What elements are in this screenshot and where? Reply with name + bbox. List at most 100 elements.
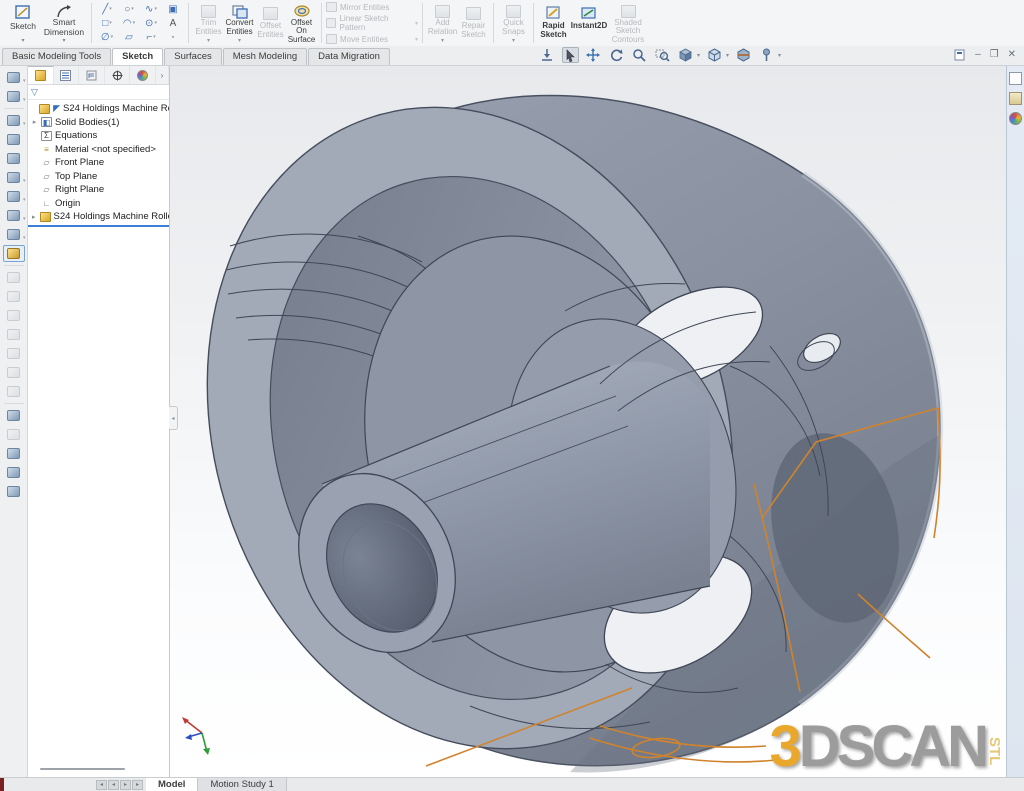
tree-item-imported-part[interactable]: ▸ S24 Holdings Machine Roller Asse: [28, 210, 169, 224]
export-doc-icon[interactable]: [3, 483, 25, 500]
view-settings-icon[interactable]: [758, 47, 775, 63]
smart-dimension-button[interactable]: Smart Dimension ▾: [41, 1, 87, 45]
offset-entities-button[interactable]: Offset Entities: [255, 1, 286, 45]
view-orientation-caret[interactable]: ▾: [697, 52, 700, 59]
property-manager-tab[interactable]: [54, 66, 80, 84]
tab-data-migration[interactable]: Data Migration: [308, 48, 390, 65]
rapid-sketch-button[interactable]: Rapid Sketch: [538, 1, 569, 45]
line-tool-icon[interactable]: ╱▾: [96, 2, 118, 16]
tree-hscroll-thumb[interactable]: [40, 768, 125, 770]
pan-icon[interactable]: [585, 47, 602, 63]
tree-item-right-plane[interactable]: ▱ Right Plane: [28, 183, 169, 197]
tree-item-solid-bodies[interactable]: ▸ ◧ Solid Bodies(1): [28, 116, 169, 130]
tab-mesh-modeling[interactable]: Mesh Modeling: [223, 48, 307, 65]
tree-item-top-plane[interactable]: ▱ Top Plane: [28, 170, 169, 184]
pattern-icon[interactable]: ▾: [3, 188, 25, 205]
rectangle-tool-icon[interactable]: □▾: [96, 16, 118, 30]
mesh-tool-2-icon[interactable]: [3, 426, 25, 443]
features-manager-tab[interactable]: [28, 66, 54, 84]
tab-scroll-last-button[interactable]: ▸: [132, 780, 143, 790]
offset-on-surface-button[interactable]: Offset On Surface: [286, 1, 317, 45]
display-settings-icon[interactable]: [3, 445, 25, 462]
freeform-curve-icon[interactable]: ▾: [3, 226, 25, 243]
tab-sketch[interactable]: Sketch: [112, 48, 163, 65]
convert-entities-button[interactable]: Convert Entities ▾: [224, 1, 255, 45]
3d-model[interactable]: [170, 66, 940, 777]
zoom-icon[interactable]: [631, 47, 648, 63]
expand-pane-button[interactable]: ›: [156, 66, 169, 84]
add-relation-button[interactable]: Add Relation ▾: [427, 1, 458, 45]
wrap-icon[interactable]: ▾: [3, 207, 25, 224]
compare-doc-icon[interactable]: [3, 464, 25, 481]
ref-geometry-4-icon[interactable]: [3, 326, 25, 343]
display-style-icon[interactable]: [706, 47, 723, 63]
expand-arrow-icon[interactable]: ▸: [31, 118, 38, 126]
ref-geometry-1-icon[interactable]: [3, 269, 25, 286]
tree-item-assembly[interactable]: ◤ S24 Holdings Machine Roller Asse: [28, 102, 169, 116]
extruded-cut-icon[interactable]: ▾: [3, 88, 25, 105]
configuration-manager-tab[interactable]: [79, 66, 105, 84]
lofted-boss-icon[interactable]: [3, 150, 25, 167]
restore-button[interactable]: ❐: [990, 50, 999, 60]
model-tab[interactable]: Model: [146, 778, 198, 791]
instant2d-button[interactable]: Instant2D: [569, 1, 609, 45]
mirror-entities-item[interactable]: Mirror Entities: [326, 2, 418, 12]
tab-surfaces[interactable]: Surfaces: [164, 48, 222, 65]
extruded-boss-icon[interactable]: ▾: [3, 69, 25, 86]
swept-boss-icon[interactable]: [3, 131, 25, 148]
trim-entities-button[interactable]: Trim Entities ▾: [193, 1, 224, 45]
point-tool-icon[interactable]: ▪: [162, 30, 184, 44]
ellipse-tool-icon[interactable]: ⊙▾: [140, 16, 162, 30]
display-manager-tab[interactable]: [130, 66, 156, 84]
tab-scroll-prev-button[interactable]: ◂: [108, 780, 119, 790]
ref-geometry-6-icon[interactable]: [3, 364, 25, 381]
ref-geometry-2-icon[interactable]: [3, 288, 25, 305]
tab-basic-modeling-tools[interactable]: Basic Modeling Tools: [2, 48, 111, 65]
section-view-icon[interactable]: [735, 47, 752, 63]
offset-surface-active-icon[interactable]: [3, 245, 25, 262]
view-settings-caret[interactable]: ▾: [778, 52, 781, 59]
sketch-button[interactable]: Sketch ▾: [5, 1, 41, 45]
slot-tool-icon[interactable]: ∅▾: [96, 30, 118, 44]
filter-icon[interactable]: ▽: [31, 87, 38, 98]
zoom-to-fit-icon[interactable]: [539, 47, 556, 63]
spline-tool-icon[interactable]: ∿▾: [140, 2, 162, 16]
sketch-picture-icon[interactable]: ▣: [162, 2, 184, 16]
select-cursor-icon[interactable]: [562, 47, 579, 63]
shaded-sketch-contours-button[interactable]: Shaded Sketch Contours: [609, 1, 647, 45]
fillet-tool-icon[interactable]: ⌐▾: [140, 30, 162, 44]
document-icon[interactable]: [1009, 72, 1022, 85]
appearances-icon[interactable]: [1009, 112, 1022, 125]
tree-item-equations[interactable]: Σ Equations: [28, 129, 169, 143]
circle-tool-icon[interactable]: ○▾: [118, 2, 140, 16]
quick-snaps-button[interactable]: Quick Snaps ▾: [498, 1, 529, 45]
linear-sketch-pattern-item[interactable]: Linear Sketch Pattern ▾: [326, 14, 418, 32]
window-doc-icon[interactable]: [954, 49, 966, 61]
ref-geometry-3-icon[interactable]: [3, 307, 25, 324]
tree-item-front-plane[interactable]: ▱ Front Plane: [28, 156, 169, 170]
move-entities-item[interactable]: Move Entities ▾: [326, 34, 418, 44]
design-library-icon[interactable]: [1009, 92, 1022, 105]
repair-sketch-button[interactable]: Repair Sketch: [458, 1, 489, 45]
view-orientation-icon[interactable]: [677, 47, 694, 63]
text-tool-icon[interactable]: A: [162, 16, 184, 30]
rollback-bar[interactable]: [28, 225, 169, 227]
motion-study-tab[interactable]: Motion Study 1: [198, 778, 286, 791]
display-style-caret[interactable]: ▾: [726, 52, 729, 59]
arc-tool-icon[interactable]: ◠▾: [118, 16, 140, 30]
panel-collapse-handle[interactable]: ◂: [169, 406, 178, 430]
graphics-viewport[interactable]: 3 DSCAN STL: [170, 66, 1006, 777]
boundary-boss-icon[interactable]: ▾: [3, 169, 25, 186]
tree-item-origin[interactable]: ∟ Origin: [28, 197, 169, 211]
smart-dimension-caret[interactable]: ▾: [62, 37, 65, 45]
tab-scroll-first-button[interactable]: ◂: [96, 780, 107, 790]
dimxpert-manager-tab[interactable]: [105, 66, 131, 84]
minimize-button[interactable]: –: [975, 50, 981, 60]
ref-geometry-5-icon[interactable]: [3, 345, 25, 362]
close-button[interactable]: ✕: [1008, 50, 1016, 60]
revolved-boss-icon[interactable]: ▾: [3, 112, 25, 129]
zoom-area-icon[interactable]: [654, 47, 671, 63]
expand-arrow-icon[interactable]: ▸: [31, 213, 37, 221]
ref-geometry-7-icon[interactable]: [3, 383, 25, 400]
sketch-dropdown-caret[interactable]: ▾: [21, 37, 24, 45]
